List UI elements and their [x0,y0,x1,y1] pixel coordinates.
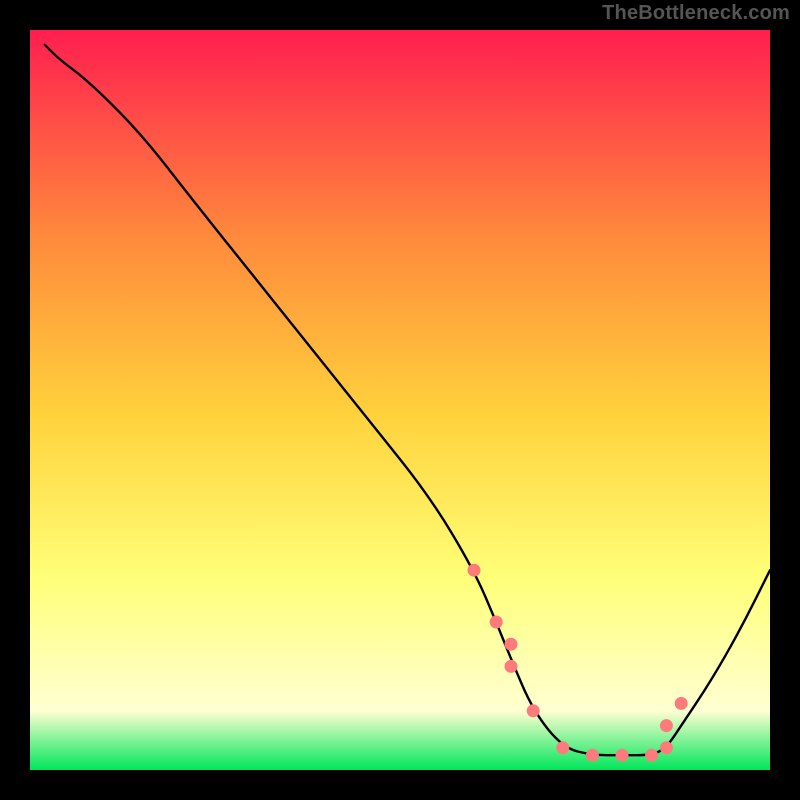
gradient-background [30,30,770,770]
curve-marker [556,741,569,754]
curve-marker [645,749,658,762]
curve-marker [527,704,540,717]
curve-marker [675,697,688,710]
chart-stage: TheBottleneck.com [0,0,800,800]
curve-marker [660,741,673,754]
curve-marker [490,616,503,629]
curve-marker [586,749,599,762]
curve-marker [505,660,518,673]
watermark-text: TheBottleneck.com [602,2,790,25]
curve-marker [505,638,518,651]
curve-marker [616,749,629,762]
bottleneck-chart [0,0,800,800]
curve-marker [660,719,673,732]
curve-marker [468,564,481,577]
